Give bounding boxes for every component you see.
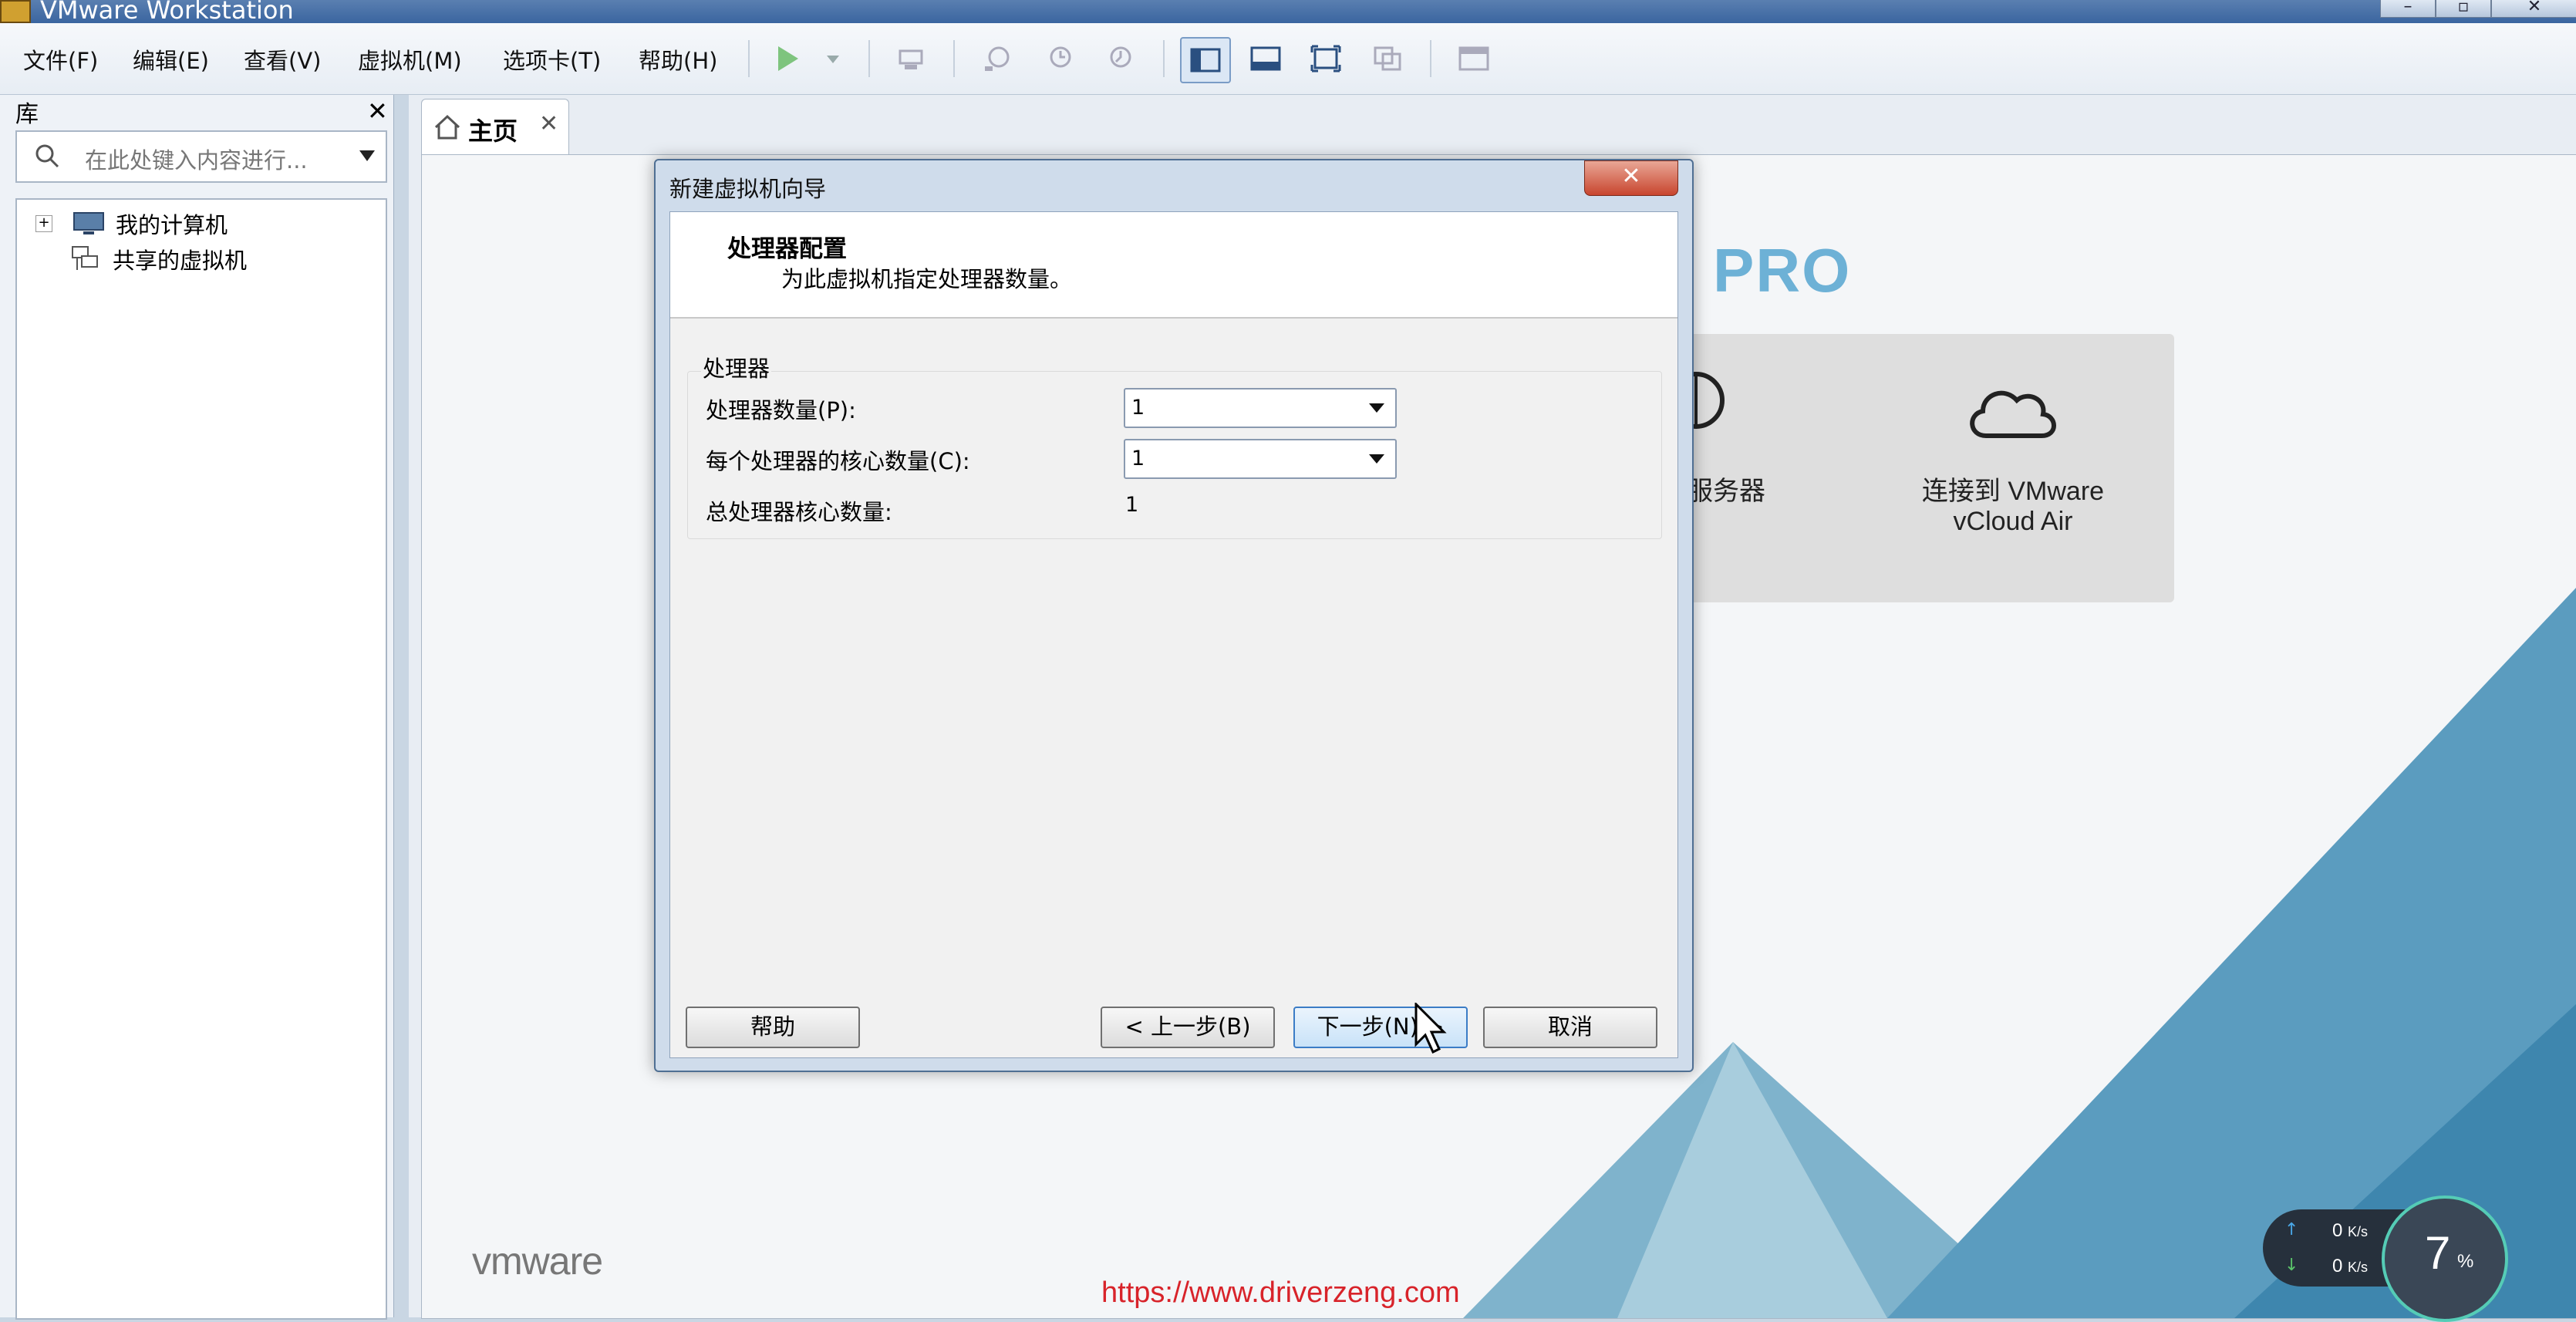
home-card-server[interactable]: 服务器: [1667, 334, 1866, 602]
upload-speed: 0 K/s: [2332, 1220, 2369, 1241]
processors-value: 1: [1131, 396, 1145, 420]
revert-snapshot-icon[interactable]: [1035, 37, 1083, 80]
cloud-icon: [1970, 390, 2056, 438]
back-button[interactable]: < 上一步(B): [1101, 1007, 1275, 1048]
menu-help[interactable]: 帮助(H): [639, 43, 717, 76]
home-card-vcloud[interactable]: 连接到 VMware vCloud Air: [1852, 334, 2174, 602]
window-title: VMware Workstation: [40, 0, 294, 25]
cpu-value: 7: [2425, 1227, 2451, 1279]
vmware-logo: vmware: [472, 1239, 603, 1283]
show-library-icon[interactable]: [1180, 37, 1231, 83]
computer-icon: [73, 212, 104, 234]
total-cores-label: 总处理器核心数量:: [706, 499, 892, 525]
unity-icon[interactable]: [1364, 37, 1411, 80]
menu-toolbar: 文件(F) 编辑(E) 查看(V) 虚拟机(M) 选项卡(T) 帮助(H): [0, 23, 2576, 95]
cores-value: 1: [1131, 447, 1145, 470]
processor-group-label: 处理器: [701, 351, 772, 383]
home-icon: [434, 114, 460, 140]
library-header: 库: [15, 101, 39, 128]
search-placeholder: 在此处键入内容进行...: [85, 147, 308, 174]
toolbar-separator: [1163, 40, 1165, 77]
chevron-down-icon: [1369, 403, 1384, 413]
close-window-button[interactable]: ✕: [2491, 0, 2576, 18]
tree-item-label: 共享的虚拟机: [113, 248, 248, 274]
power-dropdown-icon[interactable]: [810, 37, 856, 80]
snapshot-icon[interactable]: [973, 37, 1021, 80]
tab-home[interactable]: 主页 ✕: [421, 99, 569, 155]
library-search-input[interactable]: 在此处键入内容进行...: [15, 130, 387, 183]
menu-edit[interactable]: 编辑(E): [133, 43, 209, 76]
cores-select[interactable]: 1: [1124, 439, 1397, 479]
minimize-button[interactable]: –: [2380, 0, 2436, 18]
library-panel: 库 ✕ 在此处键入内容进行... + 我的计算机 共享的虚拟机: [0, 95, 394, 1320]
dialog-heading: 处理器配置: [727, 235, 847, 263]
dialog-close-button[interactable]: ✕: [1584, 160, 1678, 196]
maximize-button[interactable]: ▫: [2436, 0, 2491, 18]
search-icon: [35, 144, 59, 168]
processors-select[interactable]: 1: [1124, 388, 1397, 428]
chevron-down-icon: [1369, 454, 1384, 464]
upload-arrow-icon: ↑: [2284, 1220, 2299, 1239]
dialog-title: 新建虚拟机向导: [669, 176, 827, 202]
cpu-usage-widget[interactable]: 7 %: [2382, 1196, 2508, 1322]
dialog-subheading: 为此虚拟机指定处理器数量。: [781, 266, 1073, 292]
cancel-button[interactable]: 取消: [1483, 1007, 1657, 1048]
cpu-unit: %: [2457, 1251, 2474, 1272]
card-label-line2: vCloud Air: [1953, 507, 2073, 536]
mouse-cursor-icon: [1414, 1003, 1447, 1054]
snapshot-manager-icon[interactable]: [1095, 37, 1143, 80]
full-screen-icon[interactable]: [1302, 37, 1350, 80]
menu-view[interactable]: 查看(V): [244, 43, 321, 76]
shared-vm-icon: [72, 246, 98, 270]
toolbar-separator: [748, 40, 750, 77]
thumbnail-bar-icon[interactable]: [1242, 37, 1290, 80]
download-speed: 0 K/s: [2332, 1256, 2369, 1276]
product-edition-text: PRO: [1713, 236, 1852, 305]
expand-icon[interactable]: +: [35, 215, 52, 232]
card-label: 服务器: [1687, 477, 1765, 506]
console-view-icon[interactable]: [1450, 37, 1498, 80]
tree-item-label: 我的计算机: [116, 212, 228, 238]
help-button[interactable]: 帮助: [686, 1007, 860, 1048]
menu-file[interactable]: 文件(F): [23, 43, 98, 76]
library-close-icon[interactable]: ✕: [367, 96, 388, 126]
tab-close-icon[interactable]: ✕: [539, 110, 558, 137]
toolbar-separator: [868, 40, 870, 77]
menu-tabs[interactable]: 选项卡(T): [503, 43, 601, 76]
tree-item-my-computer[interactable]: + 我的计算机: [35, 207, 228, 240]
toolbar-separator: [1430, 40, 1431, 77]
send-keys-icon[interactable]: [887, 37, 935, 80]
total-cores-value: 1: [1125, 493, 1139, 517]
menu-vm[interactable]: 虚拟机(M): [358, 43, 462, 76]
download-arrow-icon: ↓: [2284, 1256, 2299, 1275]
cores-label: 每个处理器的核心数量(C):: [706, 448, 970, 474]
dialog-header: 处理器配置 为此虚拟机指定处理器数量。: [670, 212, 1677, 319]
power-on-icon[interactable]: [764, 37, 811, 80]
library-tree: + 我的计算机 共享的虚拟机: [15, 198, 387, 1320]
vmware-app-icon: [0, 0, 31, 23]
watermark-url: https://www.driverzeng.com: [1101, 1276, 1460, 1309]
dialog-body: 处理器配置 为此虚拟机指定处理器数量。 处理器 处理器数量(P): 1 每个处理…: [669, 211, 1678, 1058]
processors-label: 处理器数量(P):: [706, 397, 856, 423]
card-label-line1: 连接到 VMware: [1921, 477, 2105, 506]
search-dropdown-icon[interactable]: [359, 150, 375, 161]
tab-label: 主页: [468, 116, 518, 146]
tree-item-shared-vms[interactable]: 共享的虚拟机: [69, 243, 247, 275]
title-bar: VMware Workstation – ▫ ✕: [0, 0, 2576, 25]
new-vm-wizard-dialog: 新建虚拟机向导 ✕ 处理器配置 为此虚拟机指定处理器数量。 处理器 处理器数量(…: [654, 159, 1694, 1072]
toolbar-separator: [953, 40, 955, 77]
